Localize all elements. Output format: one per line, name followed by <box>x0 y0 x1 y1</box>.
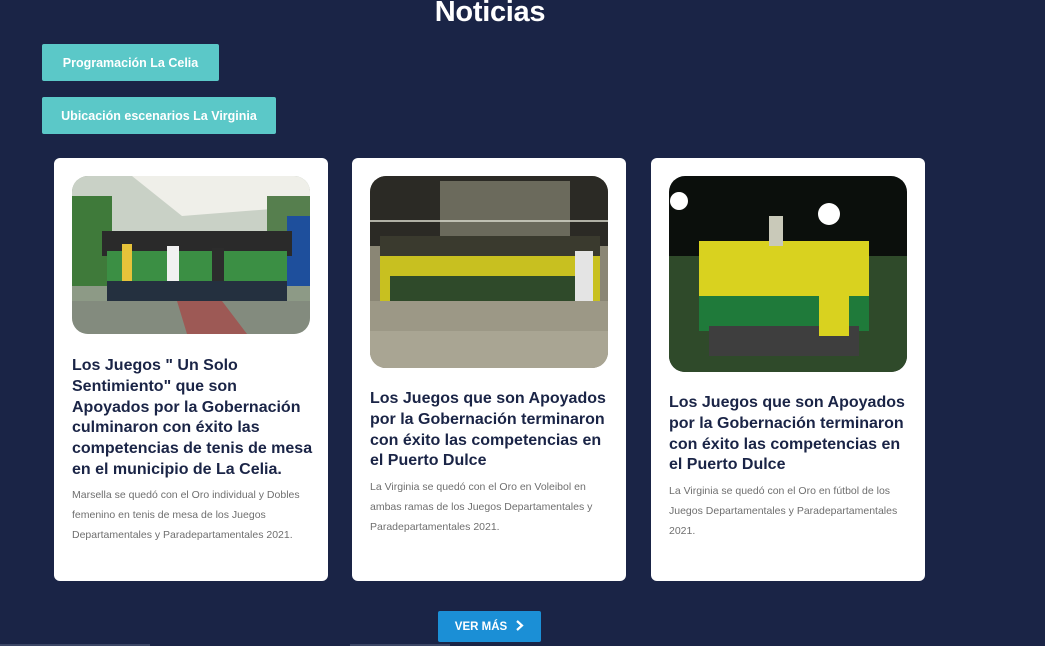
ver-mas-button[interactable]: VER MÁS <box>438 611 541 642</box>
news-title[interactable]: Los Juegos que son Apoyados por la Gober… <box>370 389 612 472</box>
news-excerpt: La Virginia se quedó con el Oro en fútbo… <box>669 485 898 538</box>
news-card[interactable]: Los Juegos que son Apoyados por la Gober… <box>651 158 925 581</box>
news-excerpt: La Virginia se quedó con el Oro en Volei… <box>370 481 593 534</box>
news-photo-volleyball[interactable] <box>370 176 608 368</box>
news-excerpt: Marsella se quedó con el Oro individual … <box>72 489 300 542</box>
news-title[interactable]: Los Juegos que son Apoyados por la Gober… <box>669 393 911 476</box>
news-photo-football[interactable] <box>669 176 907 372</box>
ver-mas-label: VER MÁS <box>454 620 508 633</box>
news-card[interactable]: Los Juegos que son Apoyados por la Gober… <box>352 158 626 581</box>
programacion-la-celia-button[interactable]: Programación La Celia <box>42 44 219 81</box>
section-title: Noticias <box>434 0 546 28</box>
chevron-right-icon <box>515 620 524 633</box>
ubicacion-escenarios-button[interactable]: Ubicación escenarios La Virginia <box>42 97 276 134</box>
news-title[interactable]: Los Juegos " Un Solo Sentimiento" que so… <box>72 356 314 481</box>
news-photo-table-tennis[interactable] <box>72 176 310 334</box>
news-card[interactable]: Los Juegos " Un Solo Sentimiento" que so… <box>54 158 328 581</box>
